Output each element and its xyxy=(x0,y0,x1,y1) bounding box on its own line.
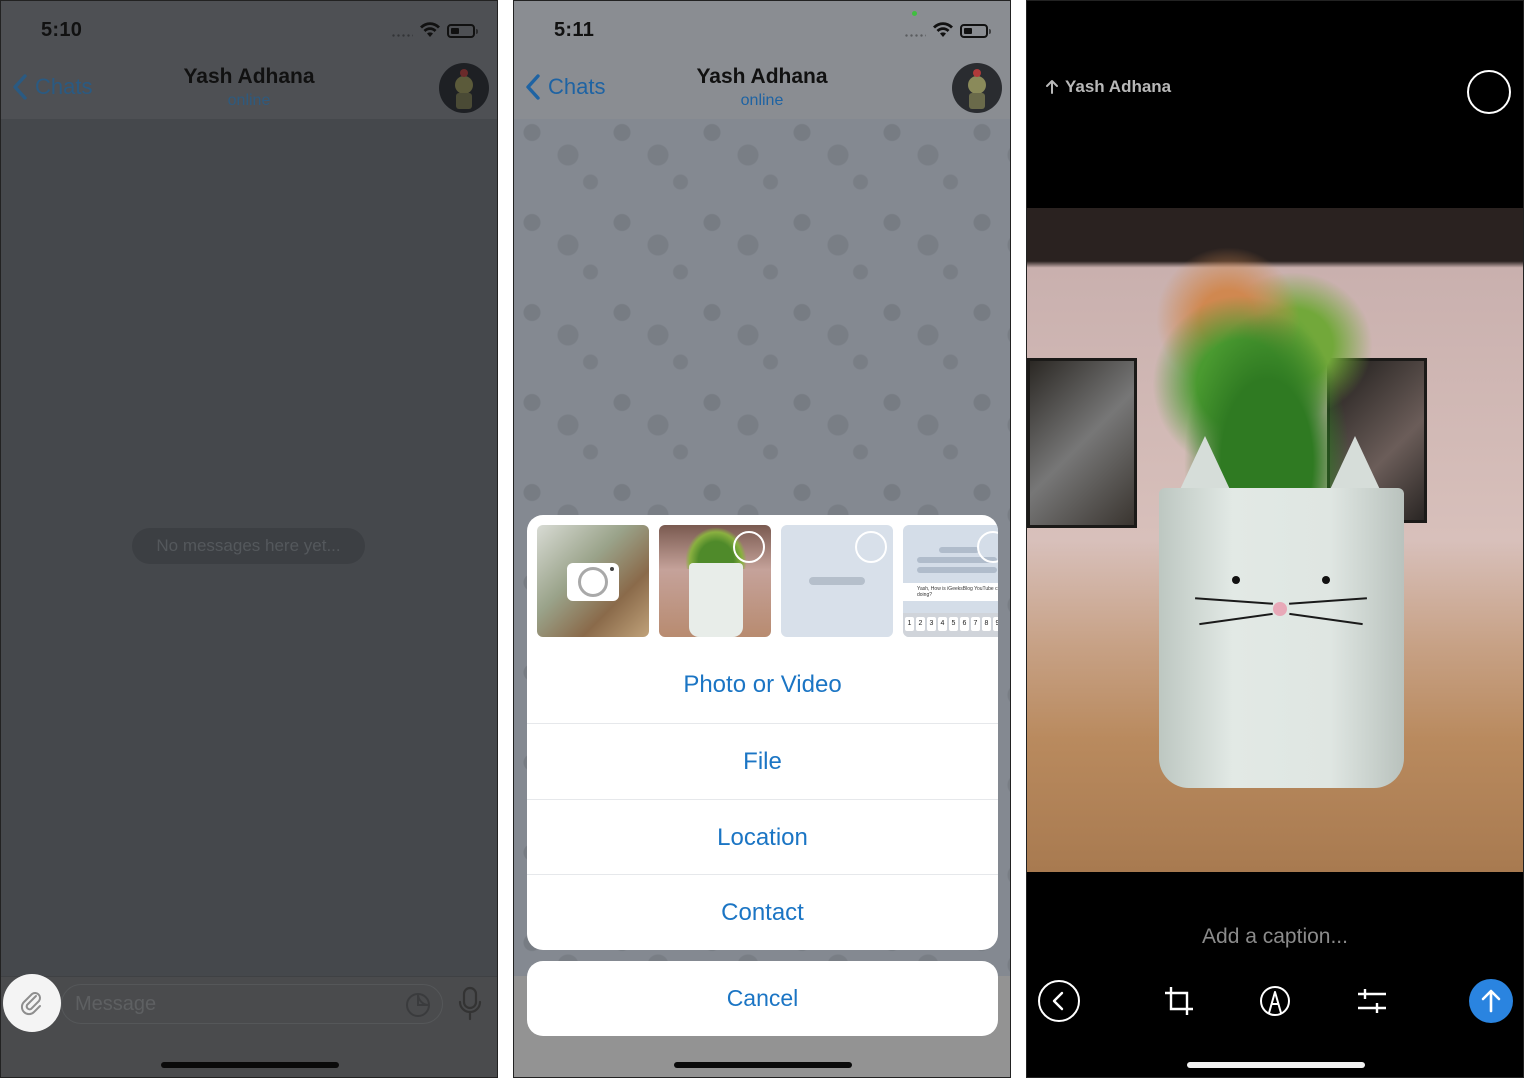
signal-icon xyxy=(391,34,413,37)
screenshot-content xyxy=(917,567,997,573)
camera-icon xyxy=(567,563,619,601)
status-time: 5:10 xyxy=(41,19,83,41)
key: 6 xyxy=(960,617,969,631)
option-location[interactable]: Location xyxy=(527,799,998,875)
pot-eye xyxy=(1322,576,1330,584)
option-file[interactable]: File xyxy=(527,723,998,799)
sliders-icon xyxy=(1358,989,1386,1013)
screenshot-content xyxy=(939,547,979,553)
arrow-up-icon xyxy=(1481,989,1501,1013)
battery-icon xyxy=(447,24,478,38)
key: 8 xyxy=(982,617,991,631)
option-contact[interactable]: Contact xyxy=(527,874,998,950)
pot-eye xyxy=(1232,576,1240,584)
battery-icon xyxy=(960,24,991,38)
pot-nose xyxy=(1273,602,1287,616)
select-circle[interactable] xyxy=(733,531,765,563)
pot-ear xyxy=(1327,436,1383,496)
photo-preview xyxy=(1027,208,1523,872)
media-thumbnail-strip[interactable]: Yash, How is iGeeksBlog YouTube channel … xyxy=(537,525,998,637)
pot-ear xyxy=(1177,436,1233,496)
photo-thumbnail[interactable] xyxy=(781,525,893,637)
message-placeholder: Message xyxy=(75,993,157,1015)
key: 1 xyxy=(905,617,914,631)
select-photo-checkbox[interactable] xyxy=(1467,70,1511,114)
chat-status: online xyxy=(227,92,271,109)
avatar[interactable] xyxy=(952,63,1002,113)
photo-thumbnail[interactable] xyxy=(659,525,771,637)
camera-in-use-indicator xyxy=(912,11,917,16)
chevron-left-circle-icon xyxy=(1038,980,1080,1022)
paperclip-icon xyxy=(20,992,41,1016)
back-tool-button[interactable] xyxy=(1037,979,1081,1023)
cat-pot-image xyxy=(689,563,743,637)
sticker-icon[interactable] xyxy=(404,991,432,1019)
phone-screen-chat-dimmed: 5:10 Chats Yash Adhana online No message… xyxy=(0,0,498,1078)
cancel-button[interactable]: Cancel xyxy=(527,961,998,1036)
photo-thumbnail[interactable]: Yash, How is iGeeksBlog YouTube channel … xyxy=(903,525,998,637)
cat-pot xyxy=(1159,488,1404,788)
crop-icon xyxy=(1165,987,1193,1015)
arrow-up-icon xyxy=(1046,80,1058,94)
attach-button[interactable] xyxy=(3,974,61,1032)
home-indicator xyxy=(161,1062,339,1068)
key: 2 xyxy=(916,617,925,631)
avatar[interactable] xyxy=(439,63,489,113)
adjust-button[interactable] xyxy=(1350,979,1394,1023)
nav-bar: Chats Yash Adhana online xyxy=(514,59,1010,119)
pen-icon xyxy=(1260,986,1290,1016)
signal-icon xyxy=(904,34,926,37)
key: 9 xyxy=(993,617,998,631)
status-bar: 5:10 xyxy=(1,1,497,59)
no-messages-notice: No messages here yet... xyxy=(132,528,365,564)
status-time: 5:11 xyxy=(554,19,595,41)
attachment-sheet: Yash, How is iGeeksBlog YouTube channel … xyxy=(527,515,998,950)
screenshot-message: Yash, How is iGeeksBlog YouTube channel … xyxy=(903,583,998,601)
message-input[interactable]: Message xyxy=(61,984,443,1024)
camera-thumbnail[interactable] xyxy=(537,525,649,637)
phone-screen-attachment-menu: 5:11 Chats Yash Adhana online Yash, How … xyxy=(513,0,1011,1078)
draw-button[interactable] xyxy=(1253,979,1297,1023)
wall-frame xyxy=(1027,358,1137,528)
screenshot-content xyxy=(809,577,865,585)
home-indicator xyxy=(674,1062,852,1068)
chat-status: online xyxy=(740,92,784,109)
crop-button[interactable] xyxy=(1157,979,1201,1023)
key: 4 xyxy=(938,617,947,631)
microphone-icon[interactable] xyxy=(456,986,484,1022)
home-indicator xyxy=(1187,1062,1365,1068)
select-circle[interactable] xyxy=(855,531,887,563)
chat-background xyxy=(1,119,497,1077)
recipient-label: Yash Adhana xyxy=(1045,77,1171,97)
phone-screen-photo-editor: Yash Adhana Add a caption... xyxy=(1026,0,1524,1078)
recipient-name: Yash Adhana xyxy=(1065,77,1172,96)
chat-title[interactable]: Yash Adhana xyxy=(514,65,1010,89)
send-button[interactable] xyxy=(1469,979,1513,1023)
key: 7 xyxy=(971,617,980,631)
caption-input[interactable]: Add a caption... xyxy=(1027,925,1523,949)
nav-bar: Chats Yash Adhana online xyxy=(1,59,497,119)
wifi-icon xyxy=(420,22,440,37)
chat-title[interactable]: Yash Adhana xyxy=(1,65,497,89)
wifi-icon xyxy=(933,22,953,37)
key: 5 xyxy=(949,617,958,631)
status-bar: 5:11 xyxy=(514,1,1010,59)
option-photo-or-video[interactable]: Photo or Video xyxy=(527,647,998,723)
key: 3 xyxy=(927,617,936,631)
screenshot-keyboard: 1 2 3 4 5 6 7 8 9 xyxy=(903,613,998,637)
